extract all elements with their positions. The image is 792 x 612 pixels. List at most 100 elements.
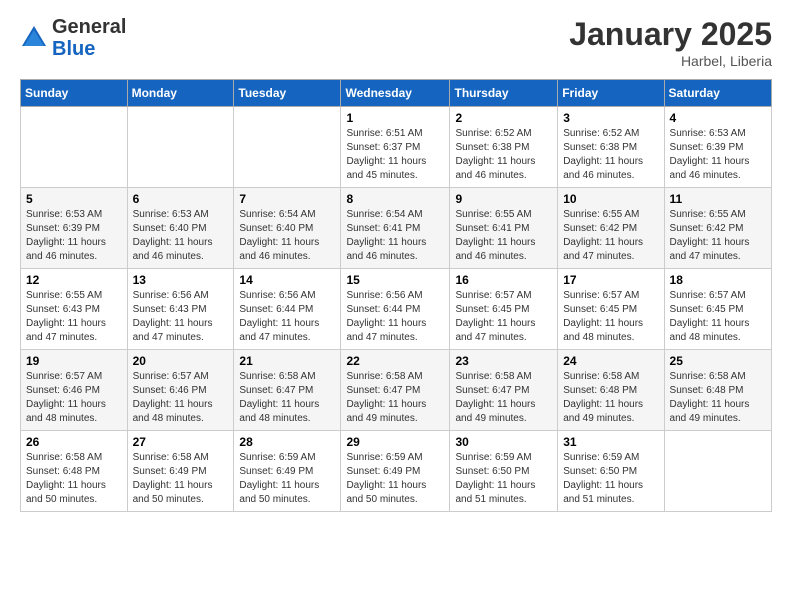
- daylight-text: Daylight: 11 hours and 46 minutes.: [133, 237, 213, 262]
- sunrise-text: Sunrise: 6:52 AM: [563, 128, 639, 139]
- day-number: 6: [133, 192, 229, 206]
- daylight-text: Daylight: 11 hours and 49 minutes.: [563, 399, 643, 424]
- daylight-text: Daylight: 11 hours and 46 minutes.: [346, 237, 426, 262]
- sunrise-text: Sunrise: 6:57 AM: [133, 371, 209, 382]
- day-info: Sunrise: 6:53 AM Sunset: 6:40 PM Daylight:…: [133, 208, 229, 264]
- sunset-text: Sunset: 6:45 PM: [670, 304, 744, 315]
- day-number: 27: [133, 435, 229, 449]
- day-info: Sunrise: 6:52 AMSunset: 6:38 PMDaylight:…: [455, 127, 552, 183]
- day-number: 13: [133, 273, 229, 287]
- title-block: January 2025 Harbel, Liberia: [569, 16, 772, 69]
- day-info: Sunrise: 6:57 AMSunset: 6:45 PMDaylight:…: [563, 289, 658, 345]
- day-info: Sunrise: 6:51 AMSunset: 6:37 PMDaylight:…: [346, 127, 444, 183]
- calendar-cell-w4-d2: 28Sunrise: 6:59 AMSunset: 6:49 PMDayligh…: [234, 431, 341, 512]
- header-tuesday: Tuesday: [234, 80, 341, 107]
- sunrise-text: Sunrise: 6:56 AM: [239, 290, 315, 301]
- sunrise-text: Sunrise: 6:57 AM: [670, 290, 746, 301]
- calendar-cell-w4-d4: 30Sunrise: 6:59 AMSunset: 6:50 PMDayligh…: [450, 431, 558, 512]
- day-number: 22: [346, 354, 444, 368]
- sunset-text: Sunset: 6:43 PM: [26, 304, 100, 315]
- day-info: Sunrise: 6:58 AMSunset: 6:47 PMDaylight:…: [239, 370, 335, 426]
- calendar-cell-w3-d5: 24Sunrise: 6:58 AMSunset: 6:48 PMDayligh…: [558, 350, 664, 431]
- daylight-text: Daylight: 11 hours and 48 minutes.: [563, 318, 643, 343]
- title-month: January 2025: [569, 16, 772, 53]
- week-row-0: 1Sunrise: 6:51 AMSunset: 6:37 PMDaylight…: [21, 107, 772, 188]
- sunrise-text: Sunrise: 6:57 AM: [563, 290, 639, 301]
- title-location: Harbel, Liberia: [569, 53, 772, 69]
- header-monday: Monday: [127, 80, 234, 107]
- daylight-text: Daylight: 11 hours and 50 minutes.: [26, 480, 106, 505]
- calendar-cell-w1-d4: 9Sunrise: 6:55 AMSunset: 6:41 PMDaylight…: [450, 188, 558, 269]
- day-number: 5: [26, 192, 122, 206]
- sunset-text: Sunset: 6:40 PM: [133, 223, 207, 234]
- day-number: 19: [26, 354, 122, 368]
- sunset-text: Sunset: 6:43 PM: [133, 304, 207, 315]
- logo-blue-text: Blue: [52, 38, 95, 60]
- sunrise-text: Sunrise: 6:53 AM: [133, 209, 209, 220]
- calendar-cell-w2-d0: 12Sunrise: 6:55 AMSunset: 6:43 PMDayligh…: [21, 269, 128, 350]
- daylight-text: Daylight: 11 hours and 50 minutes.: [346, 480, 426, 505]
- day-info: Sunrise: 6:58 AMSunset: 6:48 PMDaylight:…: [563, 370, 658, 426]
- sunrise-text: Sunrise: 6:54 AM: [239, 209, 315, 220]
- day-number: 29: [346, 435, 444, 449]
- day-info: Sunrise: 6:53 AMSunset: 6:39 PMDaylight:…: [670, 127, 766, 183]
- day-info: Sunrise: 6:57 AMSunset: 6:45 PMDaylight:…: [670, 289, 766, 345]
- day-info: Sunrise: 6:58 AMSunset: 6:47 PMDaylight:…: [455, 370, 552, 426]
- calendar-cell-w4-d6: [664, 431, 771, 512]
- sunset-text: Sunset: 6:41 PM: [455, 223, 529, 234]
- calendar-cell-w3-d3: 22 Sunrise: 6:58 AM Sunset: 6:47 PM Dayligh…: [341, 350, 450, 431]
- day-number: 14: [239, 273, 335, 287]
- sunset-text: Sunset: 6:44 PM: [346, 304, 420, 315]
- day-info: Sunrise: 6:59 AMSunset: 6:50 PMDaylight:…: [563, 451, 658, 507]
- sunrise-text: Sunrise: 6:57 AM: [26, 371, 102, 382]
- sunset-text: Sunset: 6:39 PM: [26, 223, 100, 234]
- sunrise-text: Sunrise: 6:58 AM: [346, 371, 422, 382]
- day-number: 11: [670, 192, 766, 206]
- calendar-cell-w2-d2: 14 Sunrise: 6:56 AM Sunset: 6:44 PM Dayligh…: [234, 269, 341, 350]
- daylight-text: Daylight: 11 hours and 46 minutes.: [670, 156, 750, 181]
- sunrise-text: Sunrise: 6:56 AM: [133, 290, 209, 301]
- sunset-text: Sunset: 6:37 PM: [346, 142, 420, 153]
- sunrise-text: Sunrise: 6:59 AM: [239, 452, 315, 463]
- calendar-cell-w0-d1: [127, 107, 234, 188]
- sunset-text: Sunset: 6:42 PM: [670, 223, 744, 234]
- sunrise-text: Sunrise: 6:52 AM: [455, 128, 531, 139]
- daylight-text: Daylight: 11 hours and 46 minutes.: [455, 156, 535, 181]
- logo: General Blue: [20, 16, 126, 60]
- day-number: 15: [346, 273, 444, 287]
- sunrise-text: Sunrise: 6:58 AM: [670, 371, 746, 382]
- day-info: Sunrise: 6:55 AMSunset: 6:42 PMDaylight:…: [670, 208, 766, 264]
- daylight-text: Daylight: 11 hours and 47 minutes.: [670, 237, 750, 262]
- header: General Blue January 2025 Harbel, Liberi…: [20, 16, 772, 69]
- calendar-cell-w2-d4: 16Sunrise: 6:57 AMSunset: 6:45 PMDayligh…: [450, 269, 558, 350]
- sunset-text: Sunset: 6:40 PM: [239, 223, 313, 234]
- sunset-text: Sunset: 6:49 PM: [239, 466, 313, 477]
- daylight-text: Daylight: 11 hours and 47 minutes.: [239, 318, 319, 343]
- calendar-cell-w0-d2: [234, 107, 341, 188]
- day-number: 23: [455, 354, 552, 368]
- day-number: 26: [26, 435, 122, 449]
- sunset-text: Sunset: 6:47 PM: [346, 385, 420, 396]
- daylight-text: Daylight: 11 hours and 48 minutes.: [26, 399, 106, 424]
- sunset-text: Sunset: 6:47 PM: [239, 385, 313, 396]
- day-info: Sunrise: 6:59 AMSunset: 6:50 PMDaylight:…: [455, 451, 552, 507]
- day-info: Sunrise: 6:56 AM Sunset: 6:43 PM Daylight:…: [133, 289, 229, 345]
- day-info: Sunrise: 6:54 AMSunset: 6:41 PMDaylight:…: [346, 208, 444, 264]
- day-info: Sunrise: 6:54 AMSunset: 6:40 PMDaylight:…: [239, 208, 335, 264]
- sunrise-text: Sunrise: 6:55 AM: [455, 209, 531, 220]
- daylight-text: Daylight: 11 hours and 49 minutes.: [455, 399, 535, 424]
- daylight-text: Daylight: 11 hours and 47 minutes.: [133, 318, 213, 343]
- sunset-text: Sunset: 6:50 PM: [563, 466, 637, 477]
- sunset-text: Sunset: 6:46 PM: [26, 385, 100, 396]
- week-row-2: 12Sunrise: 6:55 AMSunset: 6:43 PMDayligh…: [21, 269, 772, 350]
- sunrise-text: Sunrise: 6:58 AM: [455, 371, 531, 382]
- day-info: Sunrise: 6:57 AMSunset: 6:45 PMDaylight:…: [455, 289, 552, 345]
- sunset-text: Sunset: 6:44 PM: [239, 304, 313, 315]
- calendar-cell-w2-d1: 13 Sunrise: 6:56 AM Sunset: 6:43 PM Dayligh…: [127, 269, 234, 350]
- sunrise-text: Sunrise: 6:59 AM: [563, 452, 639, 463]
- daylight-text: Daylight: 11 hours and 49 minutes.: [346, 399, 426, 424]
- daylight-text: Daylight: 11 hours and 50 minutes.: [239, 480, 319, 505]
- sunrise-text: Sunrise: 6:54 AM: [346, 209, 422, 220]
- day-number: 2: [455, 111, 552, 125]
- day-info: Sunrise: 6:55 AMSunset: 6:41 PMDaylight:…: [455, 208, 552, 264]
